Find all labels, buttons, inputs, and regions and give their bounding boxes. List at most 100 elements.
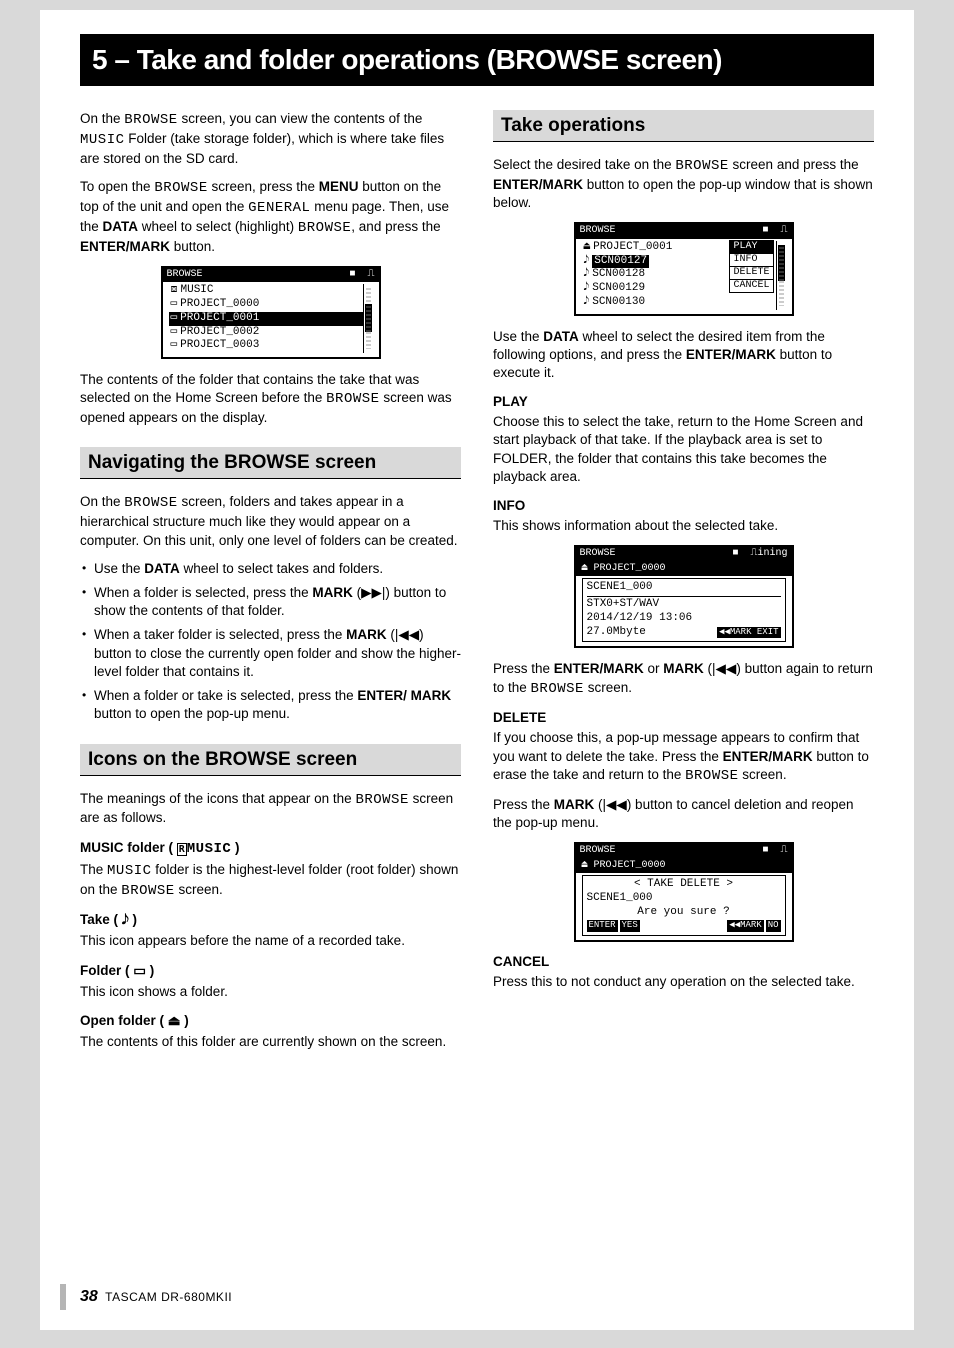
text: MUSIC	[181, 284, 214, 298]
info-size: 27.0Mbyte	[587, 626, 646, 640]
section-navigating: Navigating the BROWSE screen	[80, 447, 461, 479]
text: wheel to select takes and folders.	[180, 561, 383, 576]
text: PROJECT_0000	[594, 860, 666, 871]
section-take-ops: Take operations	[493, 110, 874, 142]
text: The	[80, 862, 107, 877]
kw-browse: BROWSE	[124, 112, 177, 128]
text: Press the	[493, 797, 554, 812]
kw-data: DATA	[543, 329, 579, 344]
folder-icon: ▭	[171, 298, 178, 312]
lcd-parent-bar: ⏏ PROJECT_0000	[576, 859, 792, 874]
open-folder-p: The contents of this folder are currentl…	[80, 1033, 461, 1051]
text: (	[704, 661, 712, 676]
note-icon: 𝅘𝅥𝅮	[584, 255, 590, 269]
lcd-title-label: BROWSE	[580, 845, 616, 858]
left-column: On the BROWSE screen, you can view the c…	[80, 110, 461, 1061]
page-footer: 38 TASCAM DR-680MKII	[80, 1288, 232, 1306]
text: Press the	[493, 661, 554, 676]
kw-general: GENERAL	[248, 200, 310, 216]
play-head: PLAY	[493, 394, 874, 409]
cancel-head: CANCEL	[493, 954, 874, 969]
lcd-info: BROWSE ■ ⎍ining ⏏ PROJECT_0000 SCENE1_00…	[574, 545, 794, 648]
music-p: The MUSIC folder is the highest-level fo…	[80, 861, 461, 901]
text: or	[644, 661, 664, 676]
kw-mark: MARK	[346, 627, 387, 642]
text: PROJECT_0000	[180, 298, 259, 312]
chapter-title: 5 – Take and folder operations (BROWSE s…	[80, 34, 874, 86]
icons-p1: The meanings of the icons that appear on…	[80, 790, 461, 828]
bullet-4: When a folder or take is selected, press…	[80, 687, 461, 723]
open-folder-head: Open folder ( ⏏ )	[80, 1013, 461, 1029]
lcd-title-label: BROWSE	[167, 269, 203, 282]
kw-enter-mark: ENTER/MARK	[723, 749, 813, 764]
text: PROJECT_0000	[594, 563, 666, 574]
kw-browse: BROWSE	[675, 158, 728, 174]
text: SCN00127	[592, 255, 649, 269]
kw-browse: BROWSE	[355, 792, 408, 808]
lcd-row-root: ⧈MUSIC	[169, 284, 363, 298]
text: MUSIC folder (	[80, 840, 177, 855]
delete-head: DELETE	[493, 710, 874, 725]
folder-icon: ▭	[171, 312, 178, 326]
info-title: SCENE1_000	[587, 581, 781, 595]
section-icons: Icons on the BROWSE screen	[80, 744, 461, 776]
info-exit: ◀◀MARK EXIT	[717, 627, 780, 638]
product-name: TASCAM DR-680MKII	[105, 1290, 232, 1304]
skip-back-icon: |◀◀	[395, 627, 419, 642]
skip-back-icon: |◀◀	[712, 661, 736, 676]
kw-data: DATA	[103, 219, 139, 234]
text: PROJECT_0002	[180, 326, 259, 340]
kw-data: DATA	[144, 561, 180, 576]
kw-enter-mark: ENTER/MARK	[493, 177, 583, 192]
skip-back-icon: |◀◀	[603, 797, 627, 812]
intro-p3: The contents of the folder that contains…	[80, 371, 461, 427]
lcd-scrollbar	[363, 284, 373, 353]
kw-browse: BROWSE	[326, 391, 379, 407]
take-p: This icon appears before the name of a r…	[80, 932, 461, 950]
kw-mark: MARK	[554, 797, 595, 812]
confirm-no: ◀◀MARKNO	[727, 919, 780, 933]
note-icon: 𝅘𝅥𝅮	[584, 268, 590, 282]
music-folder-head: MUSIC folder ( RMUSIC )	[80, 840, 461, 857]
text: SCN00129	[592, 282, 645, 296]
kw-browse: BROWSE	[298, 220, 351, 236]
text: (	[387, 627, 395, 642]
confirm-line2: SCENE1_000	[587, 892, 781, 906]
lcd-row-folder: ▭PROJECT_0003	[169, 339, 363, 353]
text: wheel to select (highlight)	[138, 219, 298, 234]
text: On the	[80, 494, 124, 509]
confirm-line1: < TAKE DELETE >	[587, 878, 781, 892]
kw-browse: BROWSE	[531, 681, 584, 697]
lcd-row-folder-selected: ▭PROJECT_0001	[169, 312, 363, 326]
text: (	[353, 585, 361, 600]
intro-p1: On the BROWSE screen, you can view the c…	[80, 110, 461, 168]
popup-item-play: PLAY	[730, 241, 772, 254]
text: screen, you can view the contents of the	[178, 111, 423, 126]
kw-browse: BROWSE	[685, 768, 738, 784]
note-icon: 𝅘𝅥𝅮	[584, 282, 590, 296]
page-number: 38	[80, 1288, 98, 1305]
stop-icon: ■ ⎍	[349, 269, 374, 282]
lcd-confirm-box: < TAKE DELETE > SCENE1_000 Are you sure …	[582, 875, 786, 936]
root-icon: ⧈	[171, 284, 178, 298]
cancel-p: Press this to not conduct any operation …	[493, 973, 874, 991]
right-p2: Use the DATA wheel to select the desired…	[493, 328, 874, 383]
stop-icon: ■ ⎍	[762, 225, 787, 238]
popup-item-delete: DELETE	[730, 267, 772, 280]
note-icon: 𝅘𝅥𝅮	[584, 296, 590, 310]
lcd-popup-menu: PLAY INFO DELETE CANCEL	[729, 240, 773, 293]
folder-p: This icon shows a folder.	[80, 983, 461, 1001]
text: PROJECT_0001	[180, 312, 259, 326]
music-label: MUSIC	[187, 841, 232, 857]
lcd-row-folder: ▭PROJECT_0002	[169, 326, 363, 340]
root-icon: R	[177, 843, 187, 856]
text: button to open the pop-up menu.	[94, 706, 290, 721]
confirm-yes: ENTERYES	[587, 919, 640, 933]
text: )	[231, 840, 239, 855]
kw-enter-mark: ENTER/MARK	[80, 239, 170, 254]
text: Select the desired take on the	[493, 157, 675, 172]
kw-browse: BROWSE	[124, 495, 177, 511]
lcd-browse-folders: BROWSE ■ ⎍ ⧈MUSIC ▭PROJECT_0000 ▭PROJECT…	[161, 266, 381, 359]
right-p3: Press the ENTER/MARK or MARK (|◀◀) butto…	[493, 660, 874, 698]
confirm-line3: Are you sure ?	[587, 906, 781, 920]
